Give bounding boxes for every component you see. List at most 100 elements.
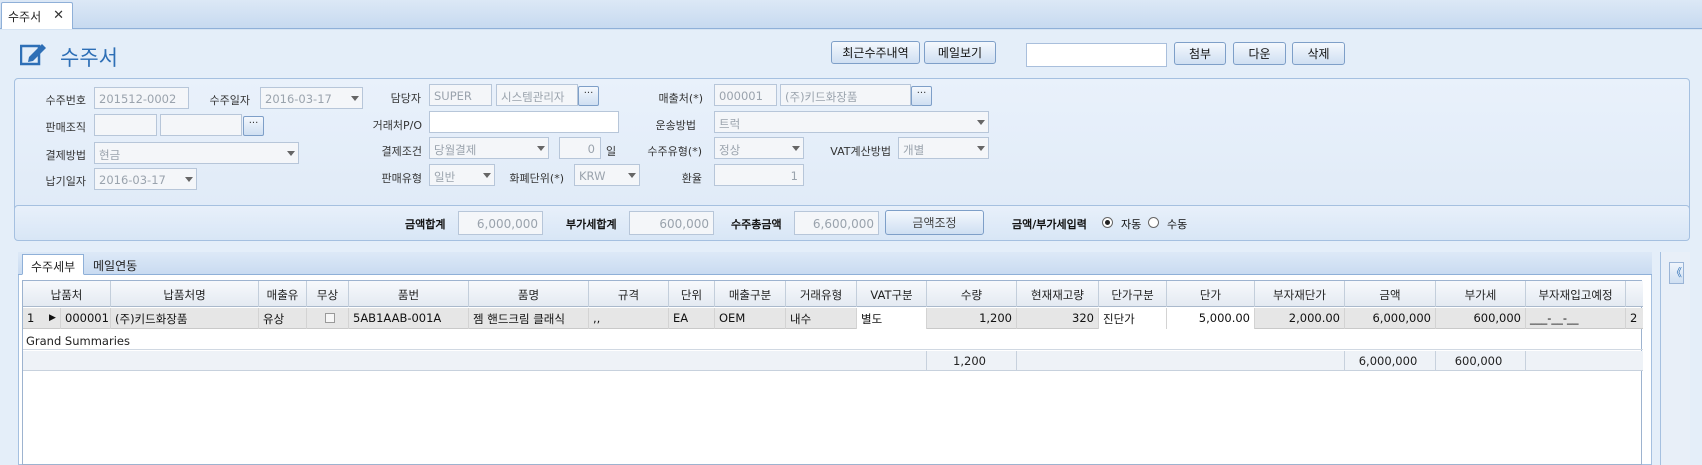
- col-header-qty[interactable]: 수량: [927, 281, 1017, 307]
- client-po-field[interactable]: [429, 111, 619, 133]
- col-header-spec[interactable]: 규격: [589, 281, 669, 307]
- cell-free[interactable]: [307, 308, 349, 329]
- cell-dest-name[interactable]: (주)키드화장품: [111, 308, 259, 329]
- totals-spacer: [23, 351, 927, 371]
- chevron-down-icon: [537, 146, 545, 151]
- total-vat: 600,000: [1436, 351, 1526, 371]
- tab-order-detail[interactable]: 수주세부: [22, 254, 85, 275]
- col-header-unit[interactable]: 단위: [669, 281, 715, 307]
- cell-price-class[interactable]: 진단가: [1099, 308, 1167, 329]
- sales-dest-lookup-button[interactable]: ···: [911, 86, 932, 106]
- manager-lookup-button[interactable]: ···: [578, 86, 599, 106]
- col-header-sales-class[interactable]: 매출구분: [715, 281, 786, 307]
- sales-dest-label: 매출처(*): [658, 92, 703, 105]
- payment-method-select[interactable]: 현금: [94, 142, 299, 164]
- auto-radio[interactable]: [1102, 217, 1113, 228]
- sales-org-name-field[interactable]: [160, 114, 242, 136]
- cell-qty[interactable]: 1,200: [927, 308, 1017, 329]
- adjust-amount-button[interactable]: 금액조정: [885, 210, 984, 235]
- shipping-select[interactable]: 트럭: [714, 111, 989, 133]
- payment-days-unit: 일: [606, 145, 617, 158]
- col-header-item-name[interactable]: 품명: [469, 281, 589, 307]
- order-no-field[interactable]: 201512-0002: [94, 87, 189, 109]
- col-header-amount[interactable]: 금액: [1345, 281, 1436, 307]
- table-row[interactable]: 1 ▶ 000001 (주)키드화장품 유상 5AB1AAB-001A 젬 핸드…: [23, 308, 1643, 329]
- order-date-picker[interactable]: 2016-03-17: [260, 87, 363, 109]
- chevron-down-icon: [792, 146, 800, 151]
- col-header-sales-paid[interactable]: 매출유: [259, 281, 307, 307]
- tab-title: 수주서: [8, 9, 42, 24]
- chevron-left-icon[interactable]: 《: [1669, 262, 1684, 284]
- delivery-date-picker[interactable]: 2016-03-17: [94, 168, 197, 190]
- delete-button[interactable]: 삭제: [1292, 42, 1345, 65]
- manual-radio[interactable]: [1148, 217, 1159, 228]
- col-header-vat[interactable]: 부가세: [1436, 281, 1526, 307]
- col-header-sub-price[interactable]: 부자재단가: [1255, 281, 1345, 307]
- col-header-dest-name[interactable]: 납품처명: [111, 281, 259, 307]
- cell-sales-paid[interactable]: 유상: [259, 308, 307, 329]
- sales-org-code-field[interactable]: [94, 114, 157, 136]
- payment-terms-value: 당월결제: [434, 143, 477, 157]
- view-mail-button[interactable]: 메일보기: [924, 41, 996, 64]
- col-header-dest-code[interactable]: 납품처: [23, 281, 111, 307]
- cell-sales-class[interactable]: OEM: [715, 308, 786, 329]
- auto-radio-label: 자동: [1121, 218, 1142, 231]
- col-header-vat-class[interactable]: VAT구분: [857, 281, 927, 307]
- cell-amount[interactable]: 6,000,000: [1345, 308, 1436, 329]
- sales-dest-name-field[interactable]: (주)키드화장품: [780, 84, 911, 106]
- client-po-label: 거래처P/O: [372, 119, 422, 132]
- attach-button[interactable]: 첨부: [1174, 42, 1226, 65]
- cell-vat[interactable]: 600,000: [1436, 308, 1526, 329]
- exchange-label: 환율: [681, 172, 702, 185]
- free-checkbox[interactable]: [325, 313, 335, 323]
- col-header-item-no[interactable]: 품번: [349, 281, 469, 307]
- row-selector-icon[interactable]: ▶: [45, 308, 61, 329]
- sales-type-select[interactable]: 일반: [429, 164, 495, 186]
- order-date-label: 수주일자: [209, 94, 250, 107]
- sales-org-lookup-button[interactable]: ···: [243, 116, 264, 136]
- manager-code-field[interactable]: SUPER: [429, 84, 492, 106]
- cell-dest-code[interactable]: 000001: [61, 308, 111, 329]
- currency-label: 화폐단위(*): [509, 172, 564, 185]
- manager-name-field[interactable]: 시스템관리자: [496, 84, 578, 106]
- close-icon[interactable]: ✕: [53, 8, 64, 23]
- col-header-trade-type[interactable]: 거래유형: [786, 281, 857, 307]
- payment-days-field[interactable]: 0: [559, 137, 601, 159]
- amount-total-field: 6,000,000: [458, 211, 543, 235]
- col-header-unit-price[interactable]: 단가: [1167, 281, 1255, 307]
- order-total-field: 6,600,000: [794, 211, 879, 235]
- order-total-label: 수주총금액: [731, 218, 782, 231]
- detail-tab-bar: 수주세부 메일연동: [18, 252, 1652, 275]
- currency-select[interactable]: KRW: [574, 164, 640, 186]
- tab-order-sheet[interactable]: 수주서 ✕: [1, 2, 73, 29]
- payment-method-label: 결제방법: [45, 149, 86, 162]
- cell-stock[interactable]: 320: [1017, 308, 1099, 329]
- chevron-down-icon: [185, 177, 193, 182]
- cell-spec[interactable]: ,,: [589, 308, 669, 329]
- chevron-down-icon: [628, 173, 636, 178]
- cell-sub-price[interactable]: 2,000.00: [1255, 308, 1345, 329]
- recent-orders-button[interactable]: 최근수주내역: [831, 41, 920, 64]
- grid-header: 납품처 납품처명 매출유 무상 품번 품명 규격 단위 매출구분 거래유형 VA…: [23, 281, 1643, 307]
- cell-trade-type[interactable]: 내수: [786, 308, 857, 329]
- order-type-select[interactable]: 정상: [714, 137, 804, 159]
- col-header-free[interactable]: 무상: [307, 281, 349, 307]
- cell-item-no[interactable]: 5AB1AAB-001A: [349, 308, 469, 329]
- order-date-value: 2016-03-17: [265, 92, 332, 106]
- payment-terms-select[interactable]: 당월결제: [429, 137, 549, 159]
- cell-unit-price[interactable]: 5,000.00: [1167, 308, 1255, 329]
- vat-calc-select[interactable]: 개별: [898, 137, 989, 159]
- cell-sub-arrival[interactable]: ___-__-__: [1526, 308, 1626, 329]
- tab-mail-link[interactable]: 메일연동: [85, 254, 145, 275]
- col-header-sub-arrival[interactable]: 부자재입고예정: [1526, 281, 1626, 307]
- cell-vat-class[interactable]: 별도: [857, 308, 927, 329]
- col-header-price-class[interactable]: 단가구분: [1099, 281, 1167, 307]
- search-input[interactable]: [1026, 43, 1167, 67]
- cell-unit[interactable]: EA: [669, 308, 715, 329]
- cell-item-name[interactable]: 젬 핸드크림 클래식: [469, 308, 589, 329]
- delivery-date-label: 납기일자: [45, 175, 86, 188]
- sales-dest-code-field[interactable]: 000001: [714, 84, 777, 106]
- next-button[interactable]: 다운: [1233, 42, 1286, 65]
- col-header-stock[interactable]: 현재재고량: [1017, 281, 1099, 307]
- exchange-field[interactable]: 1: [714, 164, 804, 186]
